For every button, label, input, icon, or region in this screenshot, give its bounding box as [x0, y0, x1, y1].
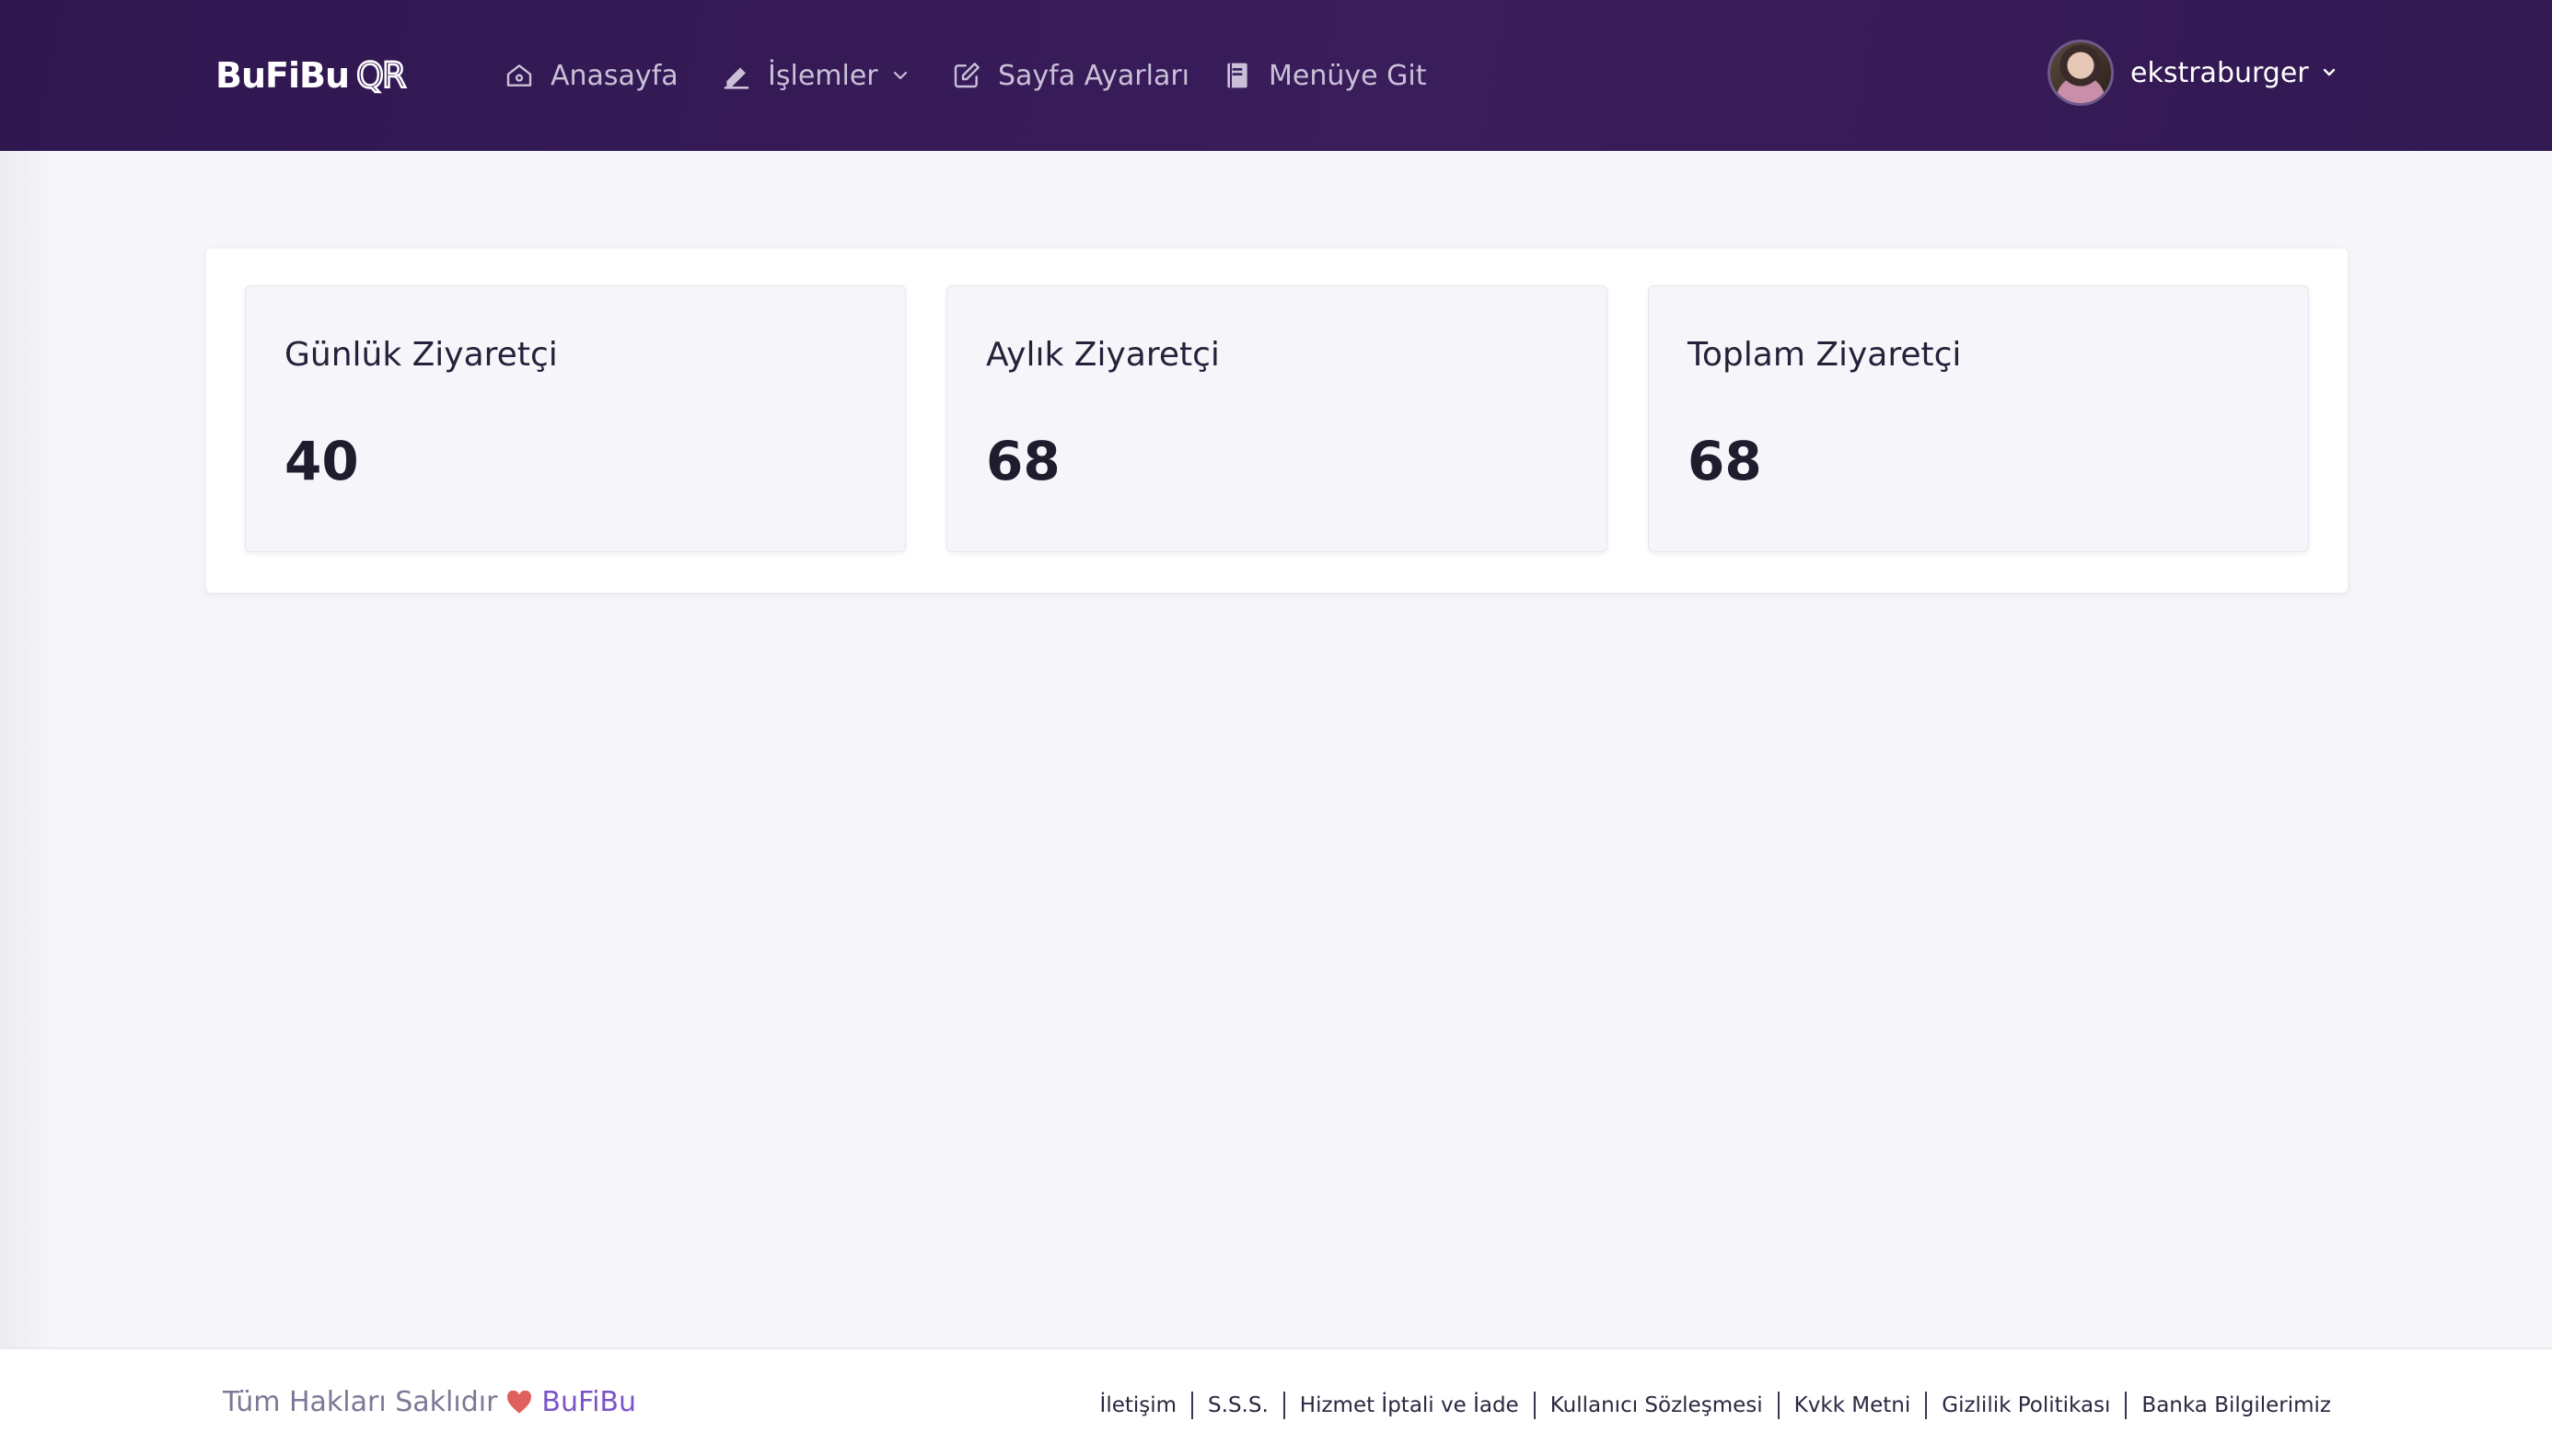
- pencil-icon: [722, 61, 751, 90]
- brand-qr-mark: QR: [355, 54, 408, 98]
- footer-link-sss[interactable]: S.S.S.: [1208, 1393, 1269, 1417]
- brand-name: BuFiBu: [215, 55, 350, 96]
- divider: [2125, 1392, 2128, 1419]
- footer-links: İletişim S.S.S. Hizmet İptali ve İade Ku…: [1100, 1392, 2331, 1419]
- nav-label: İşlemler: [768, 59, 878, 92]
- stat-title: Toplam Ziyaretçi: [1688, 336, 1962, 374]
- footer-link-banka[interactable]: Banka Bilgilerimiz: [2141, 1393, 2331, 1417]
- stat-card-total: Toplam Ziyaretçi 68: [1648, 285, 2309, 552]
- divider: [1282, 1392, 1285, 1419]
- book-icon: [1223, 61, 1252, 90]
- edit-square-icon: [952, 61, 981, 90]
- nav-item-menuye-git[interactable]: Menüye Git: [1223, 48, 1426, 103]
- heart-icon: [506, 1390, 532, 1415]
- stat-card-monthly: Aylık Ziyaretçi 68: [946, 285, 1607, 552]
- footer-brand-link[interactable]: BuFiBu: [541, 1386, 636, 1418]
- stat-title: Günlük Ziyaretçi: [284, 336, 558, 374]
- user-menu[interactable]: ekstraburger: [2047, 39, 2338, 107]
- nav-label: Anasayfa: [551, 59, 679, 92]
- divider: [1533, 1392, 1536, 1419]
- avatar: [2047, 40, 2114, 106]
- username: ekstraburger: [2130, 56, 2309, 89]
- nav-label: Sayfa Ayarları: [998, 59, 1190, 92]
- stat-value: 68: [1688, 430, 1762, 492]
- stats-panel: Günlük Ziyaretçi 40 Aylık Ziyaretçi 68 T…: [206, 248, 2348, 593]
- brand-logo[interactable]: BuFiBu QR: [215, 48, 408, 103]
- divider: [1777, 1392, 1780, 1419]
- copyright-text: Tüm Hakları Saklıdır: [223, 1386, 498, 1418]
- left-edge-shade: [0, 151, 55, 1347]
- nav-item-islemler[interactable]: İşlemler: [722, 48, 910, 103]
- stat-value: 40: [284, 430, 359, 492]
- divider: [1925, 1392, 1928, 1419]
- stat-value: 68: [986, 430, 1061, 492]
- chevron-down-icon: [891, 66, 910, 85]
- nav-item-anasayfa[interactable]: Anasayfa: [505, 48, 679, 103]
- copyright: Tüm Hakları Saklıdır BuFiBu: [223, 1386, 636, 1418]
- footer-link-hizmet-iptali[interactable]: Hizmet İptali ve İade: [1300, 1393, 1519, 1417]
- stat-card-daily: Günlük Ziyaretçi 40: [245, 285, 906, 552]
- footer-link-kvkk[interactable]: Kvkk Metni: [1794, 1393, 1911, 1417]
- stat-title: Aylık Ziyaretçi: [986, 336, 1220, 374]
- divider: [1191, 1392, 1194, 1419]
- home-icon: [505, 61, 534, 90]
- nav-label: Menüye Git: [1269, 59, 1427, 92]
- footer-link-iletisim[interactable]: İletişim: [1100, 1393, 1177, 1417]
- footer-link-kullanici-sozlesmesi[interactable]: Kullanıcı Sözleşmesi: [1550, 1393, 1763, 1417]
- chevron-down-icon: [2320, 64, 2338, 82]
- nav-item-sayfa-ayarlari[interactable]: Sayfa Ayarları: [952, 48, 1189, 103]
- footer: Tüm Hakları Saklıdır BuFiBu İletişim S.S…: [0, 1347, 2552, 1456]
- top-navbar: BuFiBu QR Anasayfa İşlemler Sayfa Ayarla…: [0, 0, 2552, 151]
- footer-link-gizlilik[interactable]: Gizlilik Politikası: [1942, 1393, 2110, 1417]
